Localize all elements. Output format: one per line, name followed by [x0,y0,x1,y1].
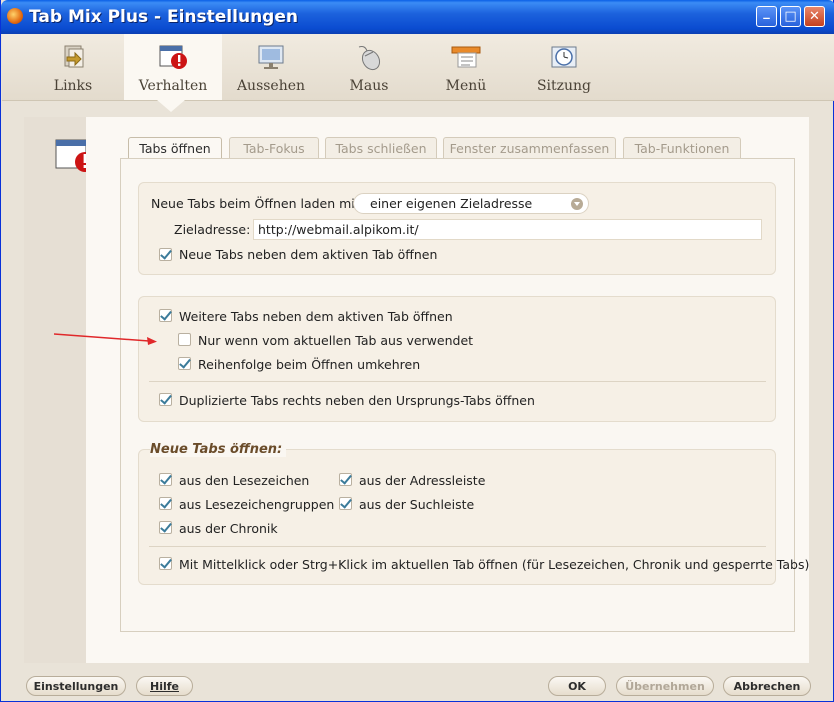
appearance-icon [258,45,284,69]
tab-functions[interactable]: Tab-Funktionen [623,137,741,158]
from-address-bar-checkbox[interactable] [339,473,352,486]
tab-close-tabs[interactable]: Tabs schließen [325,137,437,158]
further-tabs-label: Weitere Tabs neben dem aktiven Tab öffne… [179,309,453,324]
maximize-button[interactable]: □ [780,6,801,27]
minimize-button[interactable]: _ [756,5,777,27]
side-panel [24,117,95,663]
behavior-icon [159,45,187,69]
from-bookmark-groups-checkbox[interactable] [159,497,172,510]
toolbar-item-session[interactable]: Sitzung [515,34,613,100]
toolbar-label: Maus [349,78,389,94]
url-input[interactable]: http://webmail.alpikom.it/ [253,219,762,240]
from-bookmark-groups-label: aus Lesezeichengruppen [179,497,335,512]
help-button[interactable]: Hilfe [136,676,193,696]
reverse-order-label: Reihenfolge beim Öffnen umkehren [198,357,421,372]
url-label: Zieladresse: [174,222,251,237]
menu-icon [451,46,481,68]
load-with-label: Neue Tabs beim Öffnen laden mit [151,196,360,211]
reverse-order-checkbox[interactable] [178,357,191,370]
minimize-icon: _ [763,5,770,20]
group-title: Neue Tabs öffnen: [150,442,287,457]
settings-button[interactable]: Einstellungen [26,676,126,696]
next-to-active-label: Neue Tabs neben dem aktiven Tab öffnen [179,247,438,262]
maximize-icon: □ [784,9,797,24]
toolbar-item-appearance[interactable]: Aussehen [222,34,320,100]
from-history-checkbox[interactable] [159,521,172,534]
category-toolbar: Links Verhalten Aussehen Maus Menü Sitzu… [2,34,834,101]
middle-click-checkbox[interactable] [159,557,172,570]
toolbar-label: Sitzung [536,78,592,94]
from-address-bar-label: aus der Adressleiste [359,473,486,488]
app-icon [7,8,23,24]
toolbar-item-menu[interactable]: Menü [417,34,515,100]
toolbar-label: Links [53,78,93,94]
toolbar-item-links[interactable]: Links [24,34,122,100]
from-search-bar-label: aus der Suchleiste [359,497,475,512]
duplicate-right-checkbox[interactable] [159,393,172,406]
load-with-value: einer eigenen Zieladresse [370,196,533,211]
ok-button[interactable]: OK [548,676,606,696]
middle-click-label: Mit Mittelklick oder Strg+Klick im aktue… [179,557,810,572]
links-icon [64,45,84,68]
from-bookmarks-checkbox[interactable] [159,473,172,486]
only-if-used-label: Nur wenn vom aktuellen Tab aus verwendet [198,333,474,348]
preferences-window: Tab Mix Plus - Einstellungen _ □ ✕ Links… [0,0,834,702]
apply-button[interactable]: Übernehmen [616,676,714,696]
close-button[interactable]: ✕ [804,6,825,27]
url-input-value: http://webmail.alpikom.it/ [258,222,419,237]
from-bookmarks-label: aus den Lesezeichen [179,473,310,488]
chevron-down-icon [571,198,583,210]
from-search-bar-checkbox[interactable] [339,497,352,510]
next-to-active-checkbox[interactable] [159,248,172,261]
from-history-label: aus der Chronik [179,521,278,536]
mouse-icon [358,46,381,71]
tab-open-tabs[interactable]: Tabs öffnen [128,137,222,159]
title-bar[interactable]: Tab Mix Plus - Einstellungen _ □ ✕ [1,0,834,34]
tab-focus[interactable]: Tab-Fokus [229,137,319,158]
active-category-pointer [157,100,185,112]
duplicate-right-label: Duplizierte Tabs rechts neben den Urspru… [179,393,535,408]
toolbar-label: Verhalten [138,78,208,94]
load-with-dropdown[interactable]: einer eigenen Zieladresse [353,193,589,214]
toolbar-item-mouse[interactable]: Maus [320,34,418,100]
annotation-arrow-icon [54,333,157,345]
window-title: Tab Mix Plus - Einstellungen [29,7,298,27]
session-icon [551,46,577,68]
divider [149,546,766,547]
cancel-button[interactable]: Abbrechen [723,676,811,696]
toolbar-label: Menü [445,78,487,94]
only-if-used-checkbox[interactable] [178,333,191,346]
close-icon: ✕ [809,9,820,24]
further-tabs-checkbox[interactable] [159,309,172,322]
tab-merge-windows[interactable]: Fenster zusammenfassen [443,137,616,158]
toolbar-label: Aussehen [236,78,306,94]
toolbar-item-behavior[interactable]: Verhalten [124,34,222,100]
divider [149,381,766,382]
